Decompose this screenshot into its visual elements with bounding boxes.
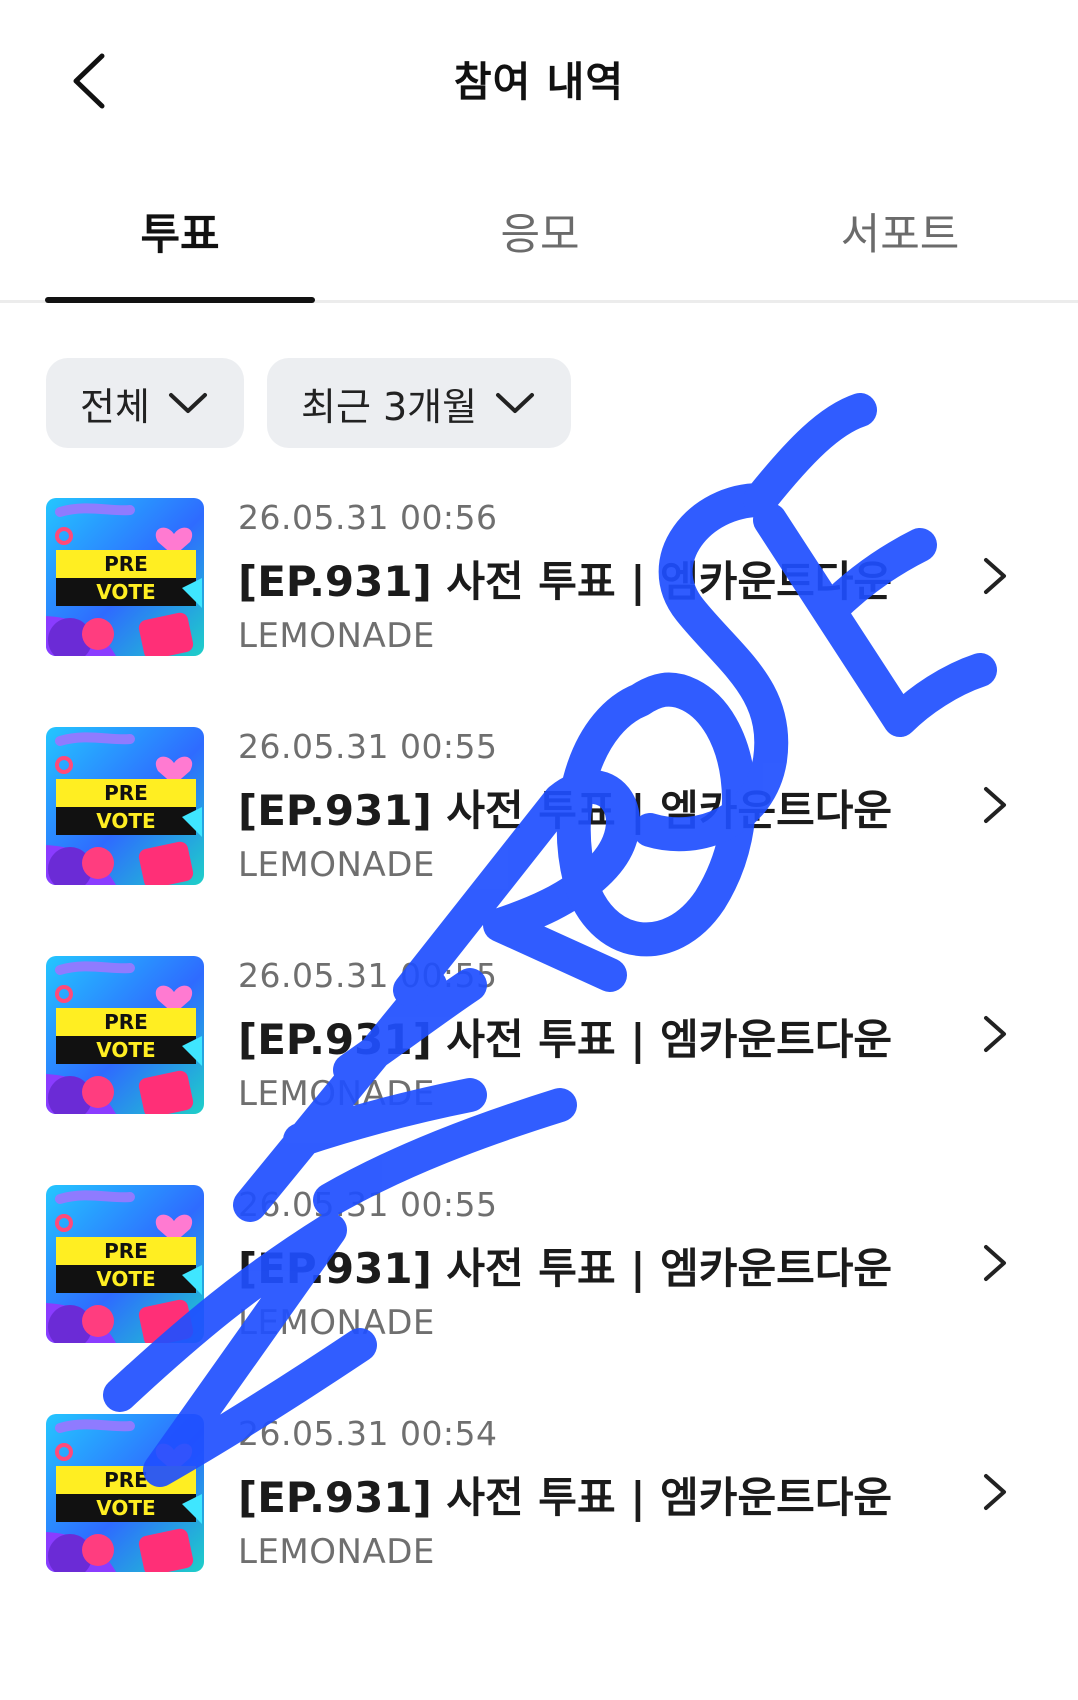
pre-vote-thumbnail: PRE VOTE — [46, 956, 204, 1114]
thumbnail-vote-text: VOTE — [96, 1496, 155, 1520]
item-title: [EP.931] 사전 투표 | 엠카운트다운 — [238, 786, 893, 835]
item-date: 26.05.31 00:55 — [238, 956, 498, 995]
item-title: [EP.931] 사전 투표 | 엠카운트다운 — [238, 557, 893, 606]
chevron-down-icon — [168, 393, 207, 413]
thumbnail-pre-text: PRE — [104, 1010, 148, 1034]
item-date: 26.05.31 00:56 — [238, 498, 498, 537]
item-title: [EP.931] 사전 투표 | 엠카운트다운 — [238, 1473, 893, 1522]
tab-entry[interactable]: 응모 — [390, 200, 690, 262]
pre-vote-thumbnail: PRE VOTE — [46, 1185, 204, 1343]
period-filter-dropdown[interactable]: 최근 3개월 — [267, 358, 571, 448]
chevron-down-icon — [496, 393, 535, 413]
item-date: 26.05.31 00:54 — [238, 1414, 498, 1453]
participation-history-screen: 참여 내역 투표 응모 서포트 전체 최근 3개월 PRE VOTE 26.05… — [0, 0, 1078, 1700]
tab-vote[interactable]: 투표 — [30, 200, 330, 262]
thumbnail-vote-text: VOTE — [96, 1038, 155, 1062]
chevron-right-icon — [984, 1245, 1006, 1281]
thumbnail-vote-text: VOTE — [96, 580, 155, 604]
item-artist: LEMONADE — [238, 1303, 435, 1343]
chevron-right-icon — [984, 787, 1006, 823]
thumbnail-pre-text: PRE — [104, 1239, 148, 1263]
chevron-right-icon — [984, 1016, 1006, 1052]
list-item[interactable]: PRE VOTE 26.05.31 00:55 [EP.931] 사전 투표 |… — [0, 1185, 1078, 1345]
list-item[interactable]: PRE VOTE 26.05.31 00:55 [EP.931] 사전 투표 |… — [0, 727, 1078, 887]
chevron-right-icon — [984, 558, 1006, 594]
item-date: 26.05.31 00:55 — [238, 1185, 498, 1224]
category-filter-dropdown[interactable]: 전체 — [46, 358, 244, 448]
tab-support[interactable]: 서포트 — [750, 200, 1050, 262]
list-item[interactable]: PRE VOTE 26.05.31 00:56 [EP.931] 사전 투표 |… — [0, 498, 1078, 658]
page-title: 참여 내역 — [453, 58, 625, 106]
period-filter-label: 최근 3개월 — [301, 384, 478, 429]
item-artist: LEMONADE — [238, 1074, 435, 1114]
pre-vote-thumbnail: PRE VOTE — [46, 727, 204, 885]
list-item[interactable]: PRE VOTE 26.05.31 00:55 [EP.931] 사전 투표 |… — [0, 956, 1078, 1116]
chevron-right-icon — [984, 1474, 1006, 1510]
item-artist: LEMONADE — [238, 1532, 435, 1572]
thumbnail-pre-text: PRE — [104, 1468, 148, 1492]
pre-vote-thumbnail: PRE VOTE — [46, 498, 204, 656]
active-tab-indicator — [45, 297, 315, 303]
header: 참여 내역 — [0, 0, 1078, 160]
item-artist: LEMONADE — [238, 845, 435, 885]
pre-vote-thumbnail: PRE VOTE — [46, 1414, 204, 1572]
thumbnail-vote-text: VOTE — [96, 809, 155, 833]
tab-bar: 투표 응모 서포트 — [0, 180, 1078, 303]
thumbnail-vote-text: VOTE — [96, 1267, 155, 1291]
category-filter-label: 전체 — [80, 384, 150, 429]
thumbnail-pre-text: PRE — [104, 552, 148, 576]
thumbnail-pre-text: PRE — [104, 781, 148, 805]
item-title: [EP.931] 사전 투표 | 엠카운트다운 — [238, 1015, 893, 1064]
item-artist: LEMONADE — [238, 616, 435, 656]
list-item[interactable]: PRE VOTE 26.05.31 00:54 [EP.931] 사전 투표 |… — [0, 1414, 1078, 1574]
item-title: [EP.931] 사전 투표 | 엠카운트다운 — [238, 1244, 893, 1293]
item-date: 26.05.31 00:55 — [238, 727, 498, 766]
